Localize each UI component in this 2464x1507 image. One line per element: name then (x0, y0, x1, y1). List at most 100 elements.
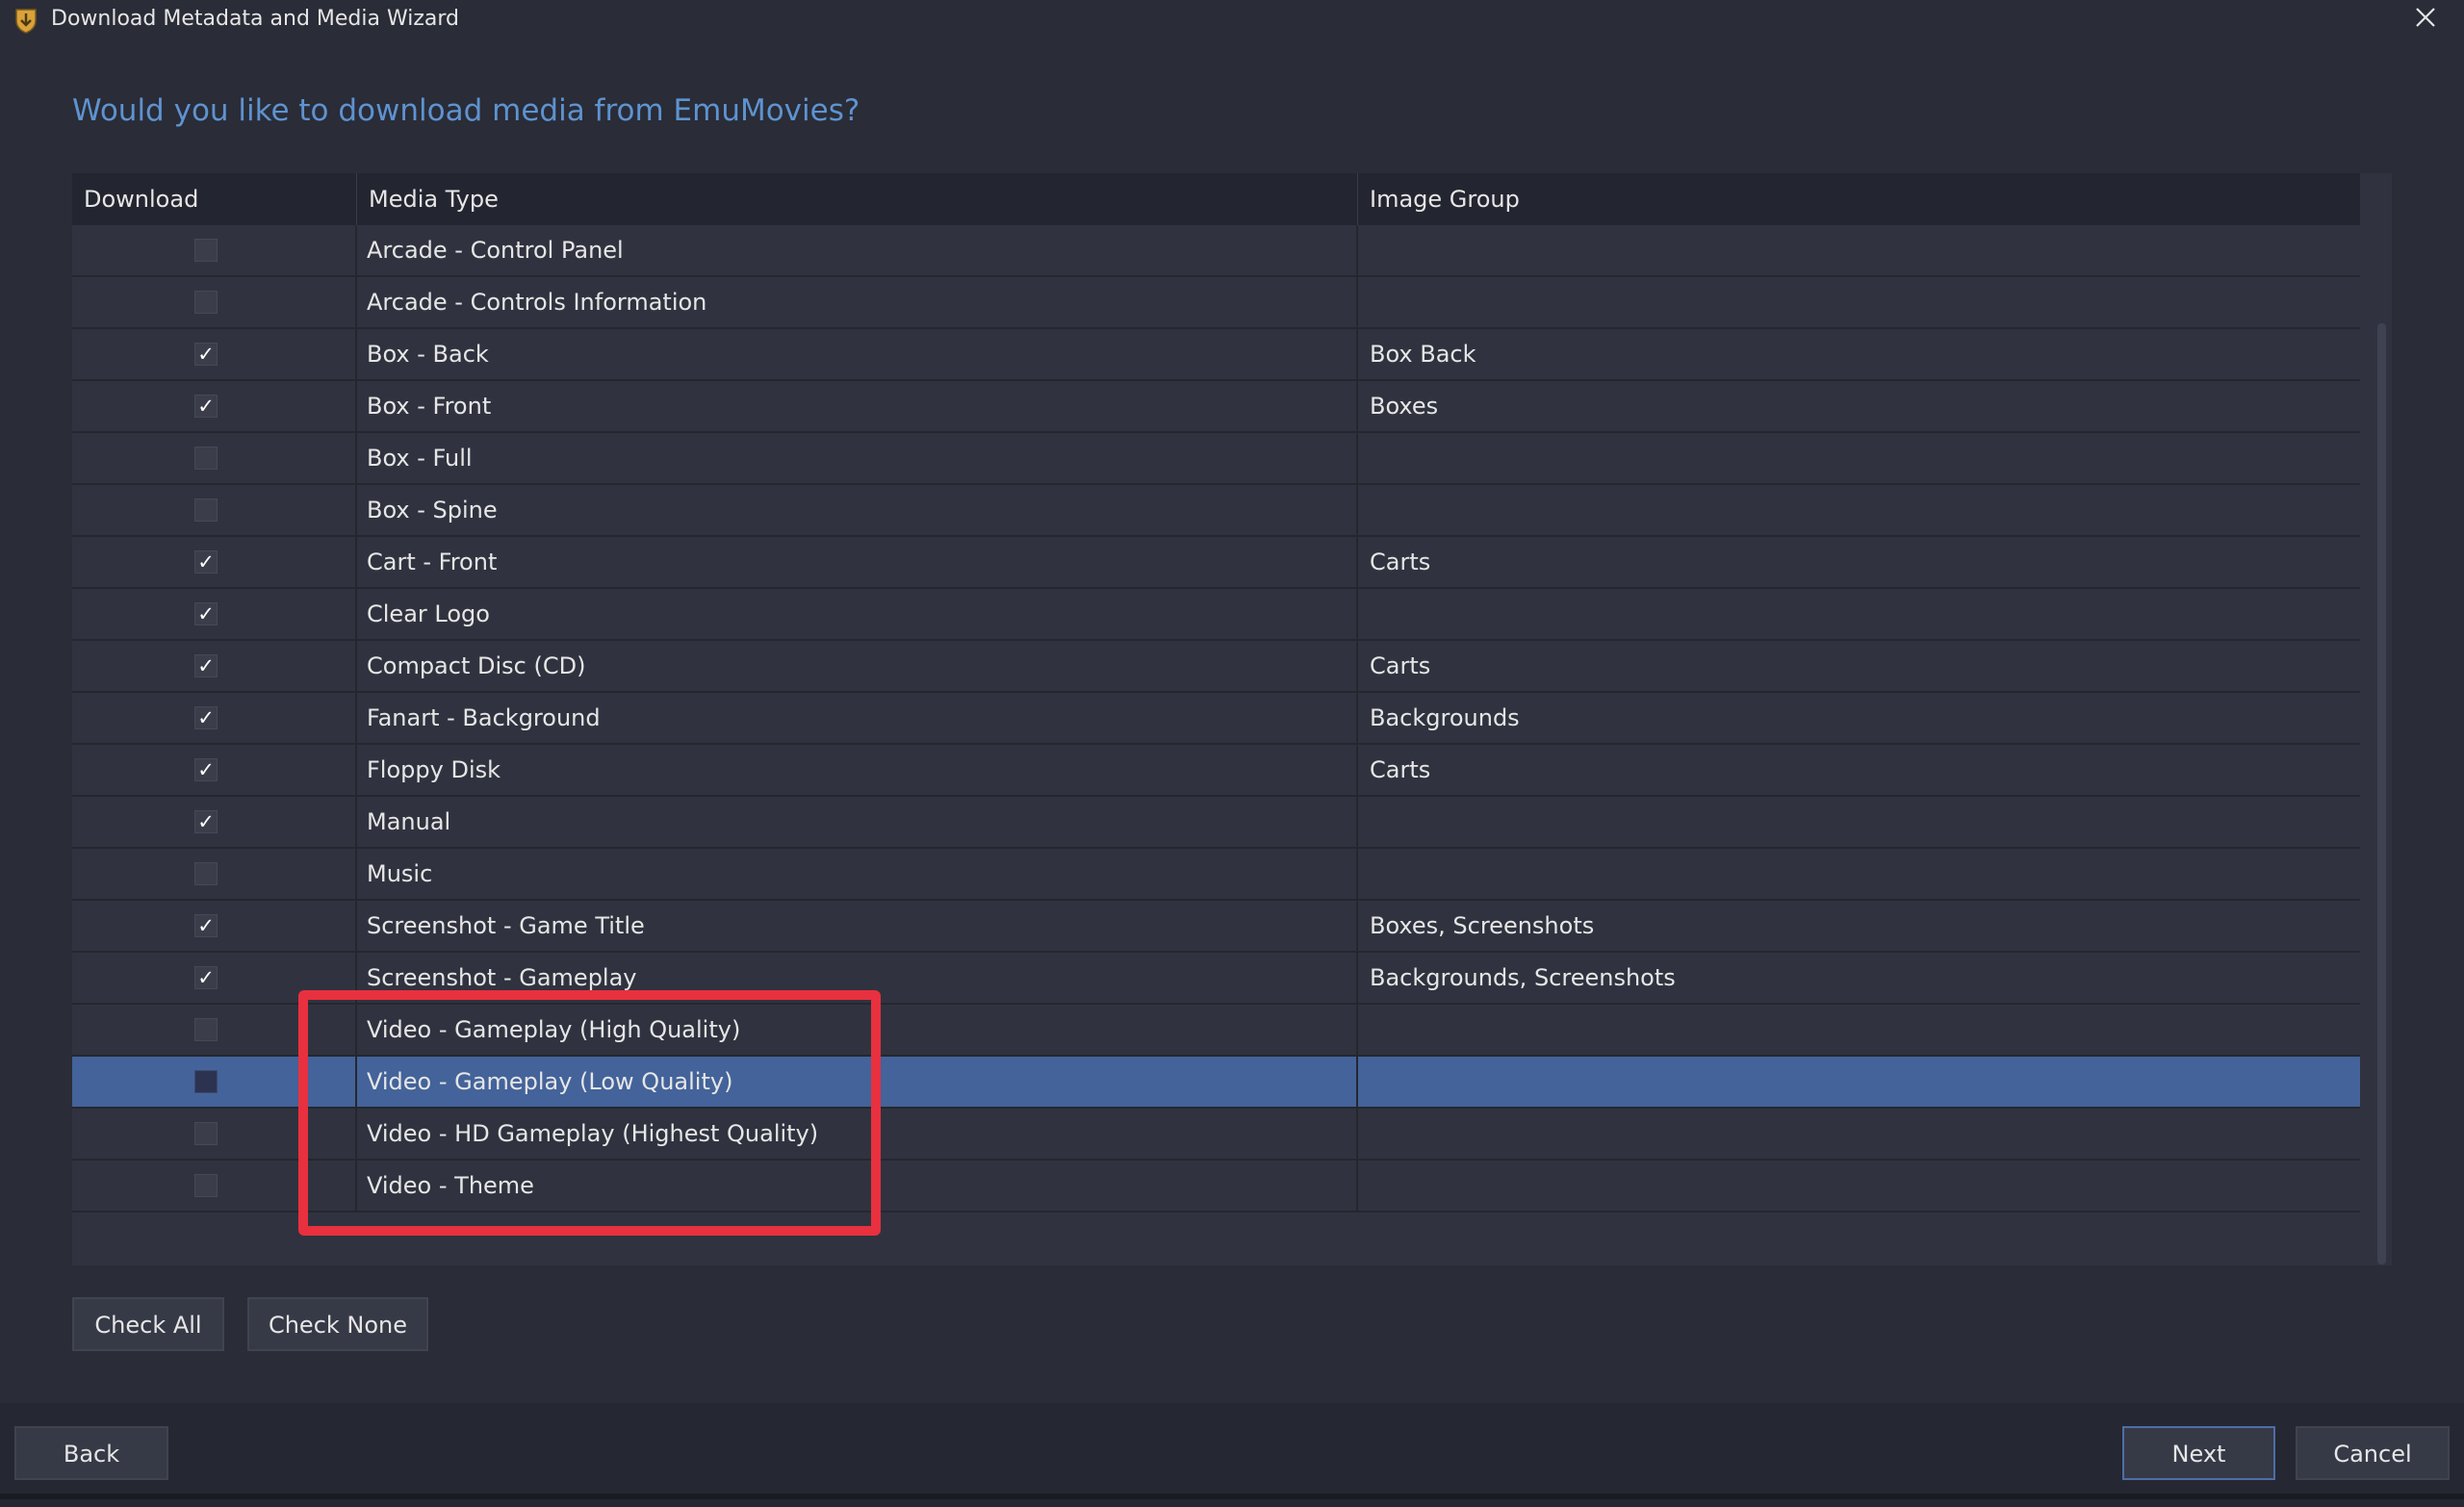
column-header-download[interactable]: Download (72, 173, 357, 225)
table-row[interactable]: ✓ Clear Logo (72, 589, 2360, 641)
download-checkbox[interactable]: ✓ (194, 758, 218, 781)
media-type-cell: Clear Logo (357, 589, 1358, 639)
check-icon: ✓ (197, 395, 215, 418)
media-type-cell: Floppy Disk (357, 745, 1358, 795)
image-group-cell (1358, 589, 2360, 639)
download-cell (72, 849, 357, 899)
table-row[interactable]: Video - HD Gameplay (Highest Quality) (72, 1109, 2360, 1161)
table-row[interactable]: Arcade - Controls Information (72, 277, 2360, 329)
cancel-button[interactable]: Cancel (2296, 1426, 2450, 1480)
download-checkbox[interactable] (194, 1174, 218, 1197)
media-type-cell: Screenshot - Gameplay (357, 953, 1358, 1003)
download-checkbox[interactable] (194, 1122, 218, 1145)
table-row[interactable]: Video - Gameplay (High Quality) (72, 1005, 2360, 1057)
check-icon: ✓ (197, 914, 215, 937)
table-row[interactable]: ✓ Floppy Disk Carts (72, 745, 2360, 797)
check-icon: ✓ (197, 602, 215, 626)
scrollbar-thumb[interactable] (2377, 323, 2386, 1264)
image-group-cell (1358, 797, 2360, 847)
table-row[interactable]: ✓ Box - Front Boxes (72, 381, 2360, 433)
close-icon[interactable] (2406, 0, 2445, 35)
image-group-cell (1358, 277, 2360, 327)
table-row[interactable]: ✓ Screenshot - Gameplay Backgrounds, Scree… (72, 953, 2360, 1005)
download-cell (72, 1161, 357, 1211)
grid-rows: Arcade - Control Panel Arcade - Controls … (72, 225, 2360, 1213)
media-type-cell: Box - Spine (357, 485, 1358, 535)
media-type-cell: Box - Full (357, 433, 1358, 483)
table-row[interactable]: ✓ Box - Back Box Back (72, 329, 2360, 381)
back-button[interactable]: Back (14, 1426, 168, 1480)
table-row[interactable]: ✓ Compact Disc (CD) Carts (72, 641, 2360, 693)
download-checkbox[interactable]: ✓ (194, 602, 218, 626)
check-icon: ✓ (197, 758, 215, 781)
download-checkbox[interactable] (194, 447, 218, 470)
image-group-cell: Boxes, Screenshots (1370, 912, 1595, 939)
title-bar: Download Metadata and Media Wizard (0, 0, 2464, 42)
image-group-cell: Backgrounds (1370, 704, 1520, 731)
table-row[interactable]: Video - Gameplay (Low Quality) (72, 1057, 2360, 1109)
check-icon: ✓ (197, 654, 215, 677)
download-checkbox[interactable]: ✓ (194, 343, 218, 366)
window-title: Download Metadata and Media Wizard (51, 7, 460, 31)
download-checkbox[interactable] (194, 239, 218, 262)
check-none-button[interactable]: Check None (247, 1297, 428, 1351)
image-group-cell: Box Back (1370, 341, 1476, 368)
media-type-cell: Compact Disc (CD) (357, 641, 1358, 691)
column-header-media-type[interactable]: Media Type (357, 173, 1358, 225)
table-row[interactable]: Arcade - Control Panel (72, 225, 2360, 277)
table-row[interactable]: Music (72, 849, 2360, 901)
media-type-cell: Box - Front (357, 381, 1358, 431)
image-group-cell (1358, 1109, 2360, 1159)
footer-bar (0, 1403, 2464, 1507)
check-icon: ✓ (197, 343, 215, 366)
download-checkbox[interactable] (194, 498, 218, 522)
image-group-cell: Boxes (1370, 393, 1439, 420)
column-header-image-group[interactable]: Image Group (1358, 173, 2360, 225)
download-checkbox[interactable] (194, 1018, 218, 1041)
next-button[interactable]: Next (2122, 1426, 2275, 1480)
table-row[interactable]: ✓ Screenshot - Game Title Boxes, Screensho… (72, 901, 2360, 953)
table-row[interactable]: ✓ Manual (72, 797, 2360, 849)
media-type-cell: Arcade - Control Panel (357, 225, 1358, 275)
media-type-cell: Video - Gameplay (High Quality) (357, 1005, 1358, 1055)
check-icon: ✓ (197, 706, 215, 729)
media-type-cell: Manual (357, 797, 1358, 847)
download-checkbox[interactable]: ✓ (194, 810, 218, 833)
image-group-cell: Backgrounds, Screenshots (1370, 964, 1676, 991)
table-row[interactable]: Box - Full (72, 433, 2360, 485)
image-group-cell (1358, 433, 2360, 483)
download-cell (72, 485, 357, 535)
media-type-cell: Screenshot - Game Title (357, 901, 1358, 951)
download-checkbox[interactable]: ✓ (194, 654, 218, 677)
download-cell: ✓ (72, 381, 357, 431)
table-row[interactable]: Video - Theme (72, 1161, 2360, 1213)
image-group-cell (1358, 1057, 2360, 1107)
download-cell: ✓ (72, 641, 357, 691)
download-cell: ✓ (72, 953, 357, 1003)
download-checkbox[interactable]: ✓ (194, 706, 218, 729)
download-checkbox[interactable]: ✓ (194, 966, 218, 989)
download-cell: ✓ (72, 745, 357, 795)
media-type-cell: Arcade - Controls Information (357, 277, 1358, 327)
table-row[interactable]: Box - Spine (72, 485, 2360, 537)
image-group-cell (1358, 849, 2360, 899)
download-checkbox[interactable] (194, 1070, 218, 1093)
download-checkbox[interactable]: ✓ (194, 395, 218, 418)
check-all-button[interactable]: Check All (72, 1297, 224, 1351)
media-grid: Download Media Type Image Group Arcade -… (72, 173, 2392, 1265)
table-row[interactable]: ✓ Fanart - Background Backgrounds (72, 693, 2360, 745)
check-icon: ✓ (197, 810, 215, 833)
shield-download-icon (15, 9, 37, 34)
check-icon: ✓ (197, 550, 215, 574)
download-checkbox[interactable] (194, 291, 218, 314)
download-cell (72, 225, 357, 275)
download-checkbox[interactable] (194, 862, 218, 885)
media-type-cell: Video - HD Gameplay (Highest Quality) (357, 1109, 1358, 1159)
download-cell: ✓ (72, 693, 357, 743)
download-checkbox[interactable]: ✓ (194, 550, 218, 574)
table-row[interactable]: ✓ Cart - Front Carts (72, 537, 2360, 589)
grid-header: Download Media Type Image Group (72, 173, 2360, 225)
media-type-cell: Box - Back (357, 329, 1358, 379)
image-group-cell: Carts (1370, 549, 1431, 575)
download-checkbox[interactable]: ✓ (194, 914, 218, 937)
